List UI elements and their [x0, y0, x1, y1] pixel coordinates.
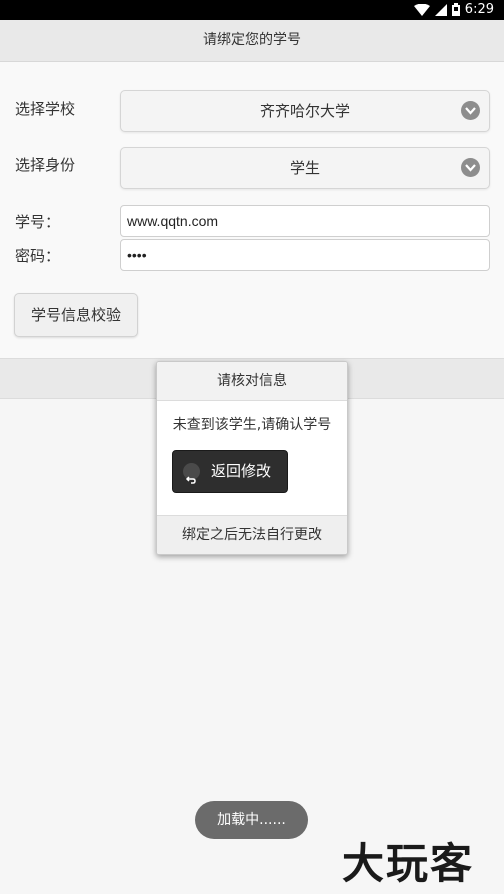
status-bar: 6:29: [0, 0, 504, 20]
chevron-down-icon: [461, 101, 480, 120]
role-select[interactable]: 学生: [120, 147, 490, 189]
wifi-icon: [413, 3, 430, 16]
back-edit-label: 返回修改: [211, 462, 272, 480]
dialog-title: 请核对信息: [157, 362, 347, 401]
confirm-dialog: 请核对信息 未查到该学生,请确认学号 返回修改 绑定之后无法自行更改: [156, 361, 348, 555]
student-id-input[interactable]: www.qqtn.com: [120, 205, 490, 237]
page-title: 请绑定您的学号: [0, 20, 504, 62]
password-input[interactable]: ••••: [120, 239, 490, 271]
battery-icon: [451, 3, 460, 16]
cell-signal-icon: [434, 3, 447, 16]
loading-toast: 加载中......: [195, 801, 308, 839]
back-edit-button[interactable]: 返回修改: [172, 450, 288, 493]
school-select[interactable]: 齐齐哈尔大学: [120, 90, 490, 132]
school-label: 选择学校: [15, 100, 76, 118]
student-id-label: 学号：: [15, 213, 61, 231]
verify-button[interactable]: 学号信息校验: [14, 293, 138, 337]
dialog-footer: 绑定之后无法自行更改: [157, 515, 347, 554]
watermark-logo: 大玩客: [342, 839, 475, 888]
role-label: 选择身份: [15, 156, 76, 174]
undo-icon: [183, 463, 200, 484]
password-label: 密码：: [15, 247, 61, 265]
bind-form: 选择学校 齐齐哈尔大学 选择身份 学生 学号： www.qqtn.com 密码：…: [0, 62, 504, 358]
role-select-value: 学生: [289, 159, 320, 177]
school-select-value: 齐齐哈尔大学: [259, 102, 350, 120]
clock: 6:29: [464, 2, 494, 17]
dialog-message: 未查到该学生,请确认学号: [172, 417, 332, 433]
chevron-down-icon: [461, 158, 480, 177]
